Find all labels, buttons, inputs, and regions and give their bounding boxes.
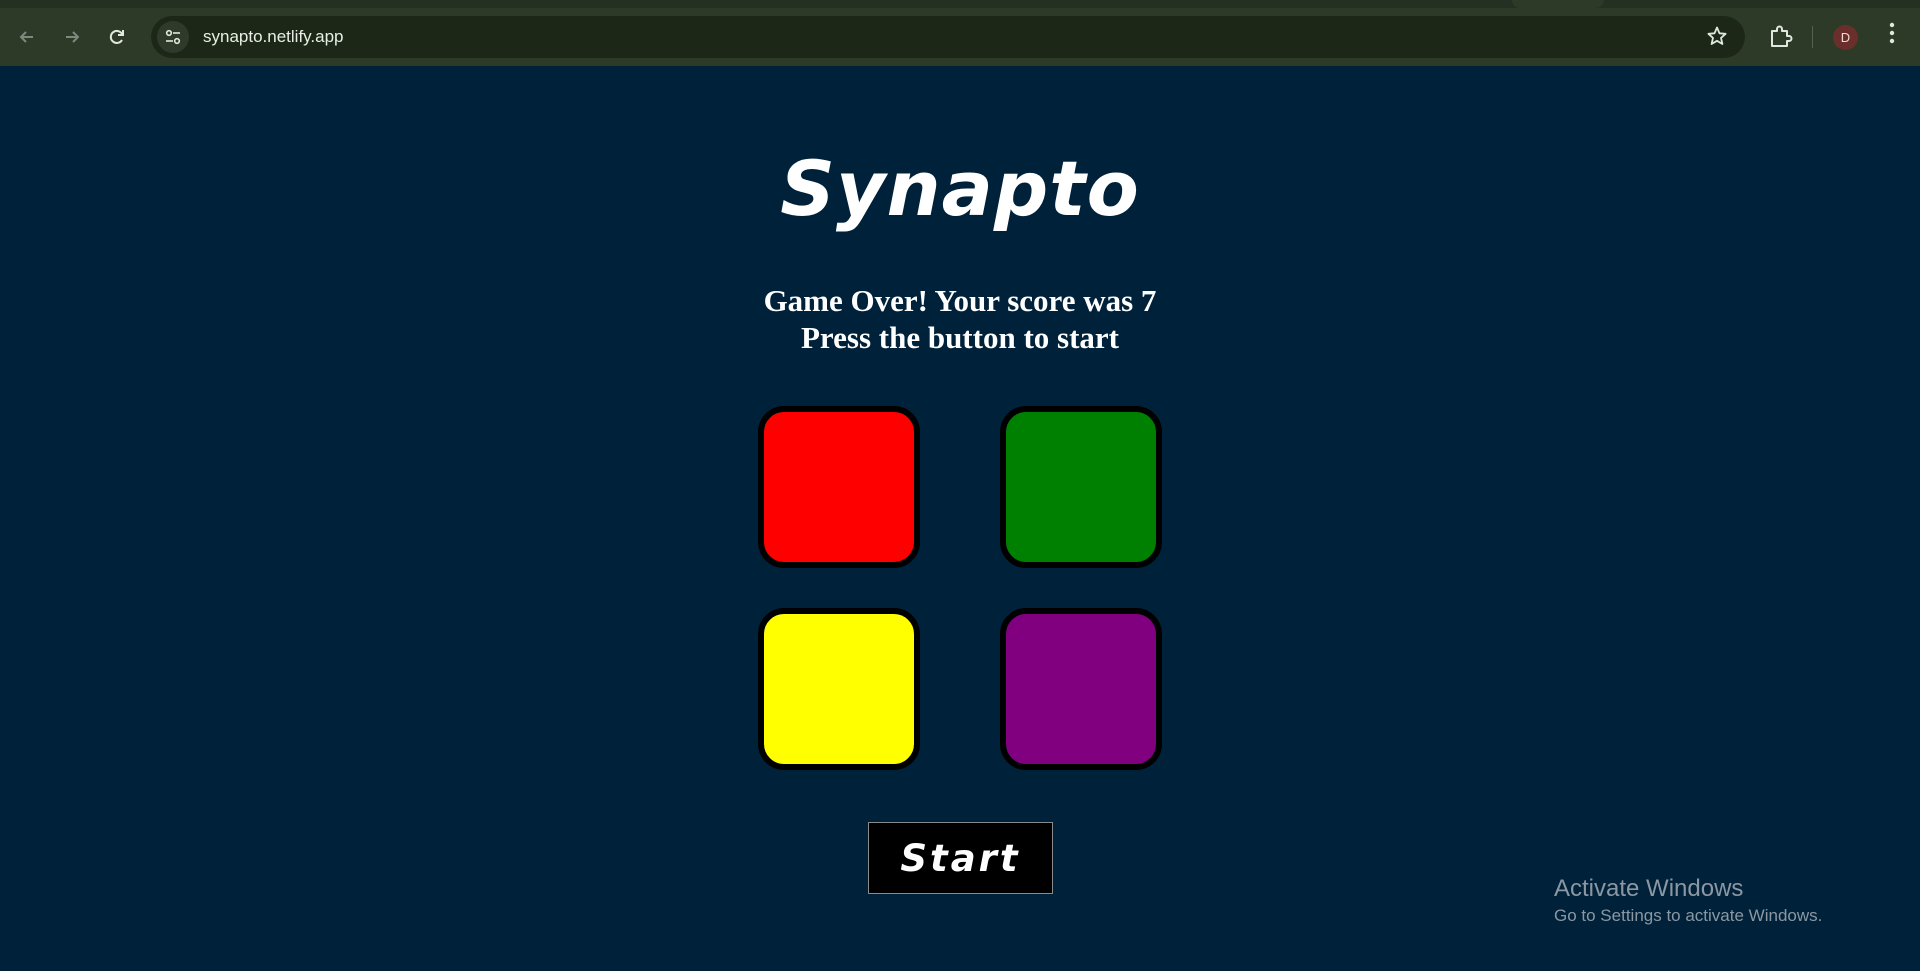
- arrow-right-icon: [66, 31, 80, 43]
- start-button[interactable]: Start: [868, 822, 1053, 894]
- green-pad[interactable]: [1000, 406, 1162, 568]
- game-page: Synapto Game Over! Your score was 7 Pres…: [0, 66, 1920, 971]
- back-button[interactable]: [10, 20, 44, 54]
- avatar[interactable]: D: [1833, 25, 1858, 50]
- arrow-left-icon: [19, 31, 33, 43]
- page-title: Synapto: [780, 144, 1140, 233]
- start-instruction: Press the button to start: [800, 320, 1119, 355]
- site-info-button[interactable]: [157, 21, 189, 53]
- kebab-menu-icon[interactable]: [1880, 22, 1904, 52]
- watermark-title: Activate Windows: [1554, 875, 1744, 902]
- reload-button[interactable]: [100, 20, 134, 54]
- star-icon[interactable]: [1705, 25, 1729, 49]
- url-text[interactable]: synapto.netlify.app: [203, 27, 344, 47]
- red-pad[interactable]: [758, 406, 920, 568]
- purple-pad[interactable]: [1000, 608, 1162, 770]
- active-tab-edge[interactable]: [1512, 0, 1604, 8]
- toolbar-divider: [1812, 26, 1813, 48]
- puzzle-piece-icon[interactable]: [1766, 22, 1796, 52]
- browser-toolbar: synapto.netlify.app D: [0, 0, 1920, 66]
- yellow-pad[interactable]: [758, 608, 920, 770]
- tab-strip: [0, 0, 1920, 8]
- watermark-subtitle: Go to Settings to activate Windows.: [1554, 906, 1823, 925]
- reload-icon: [109, 29, 124, 44]
- forward-button[interactable]: [55, 20, 89, 54]
- score-message: Game Over! Your score was 7: [763, 283, 1157, 318]
- address-bar[interactable]: synapto.netlify.app: [151, 16, 1745, 58]
- bookmark-star-shape: [1707, 26, 1727, 45]
- windows-activation-watermark: Activate Windows Go to Settings to activ…: [1554, 874, 1822, 928]
- site-settings-icon: [165, 29, 181, 45]
- game-status: Game Over! Your score was 7 Press the bu…: [0, 282, 1920, 356]
